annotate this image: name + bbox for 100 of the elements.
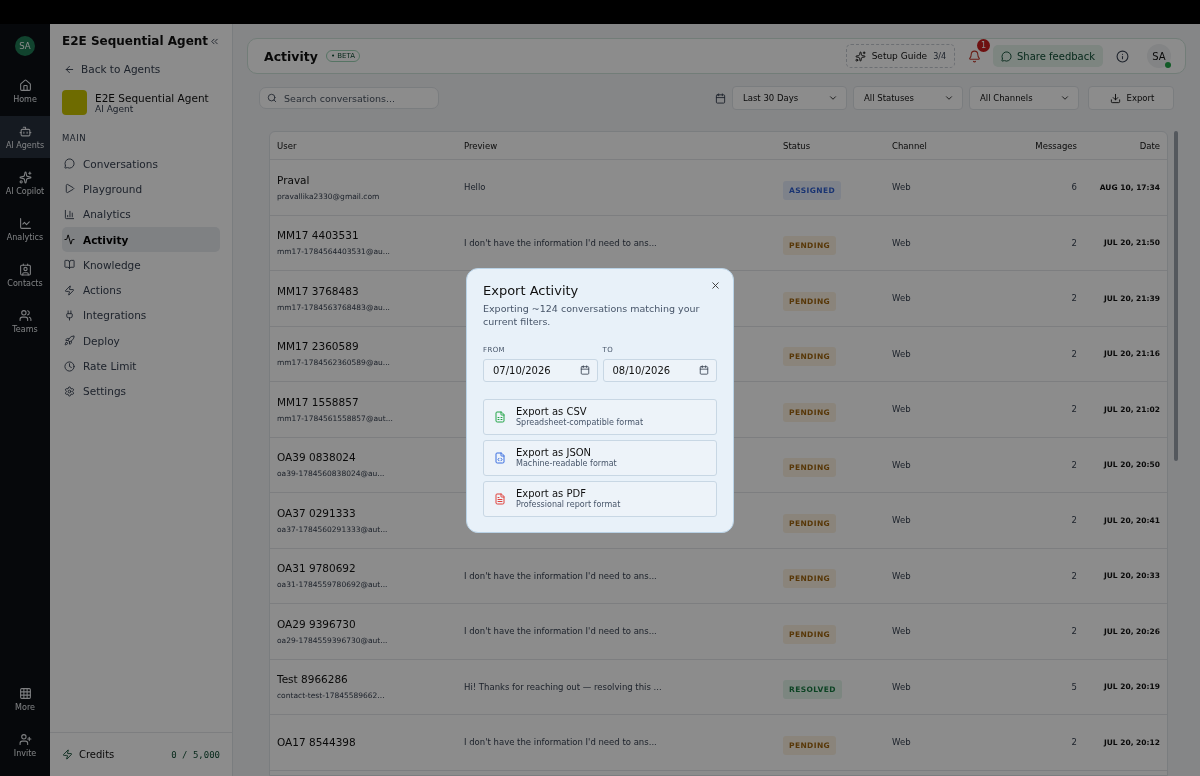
messages-count: 2 [1070, 515, 1077, 526]
sidebar-nav-item[interactable]: Analytics [62, 201, 220, 227]
filter-dropdown[interactable]: Last 30 Days [732, 86, 847, 110]
filter-dropdown[interactable]: All Channels [969, 86, 1079, 110]
filter-dropdown[interactable]: All Statuses [853, 86, 963, 110]
sidebar-nav-item[interactable]: Settings [62, 378, 220, 404]
sidebar-nav-item[interactable]: Playground [62, 176, 220, 202]
sparkles-icon [18, 170, 32, 184]
messages-count: 2 [1070, 293, 1077, 304]
channel-cell-text: Web [892, 570, 912, 581]
messages-count: 6 [1070, 182, 1077, 193]
rail-nav-item[interactable]: AI Agents [0, 116, 50, 158]
export-button[interactable]: Export [1088, 86, 1174, 110]
column-header: User [277, 140, 298, 151]
line-chart-icon [18, 216, 32, 230]
option-description: Professional report format [516, 500, 621, 510]
sidebar-nav-item[interactable]: Knowledge [62, 252, 220, 278]
chevron-down-icon [1060, 93, 1070, 103]
lightning-icon [64, 284, 75, 296]
close-icon [710, 280, 721, 291]
rail-nav-item[interactable]: Analytics [0, 208, 50, 250]
chat-bubble-icon [64, 158, 75, 170]
home-icon [18, 78, 32, 92]
export-option[interactable]: Export as CSV Spreadsheet-compatible format [483, 398, 717, 435]
export-option[interactable]: Export as JSON Machine-readable format [483, 439, 717, 476]
messages-count: 2 [1070, 570, 1077, 581]
column-header: Messages [1034, 140, 1077, 151]
online-dot [1165, 62, 1171, 68]
sidebar-nav-item[interactable]: Conversations [62, 151, 220, 177]
sidebar-nav-item[interactable]: Integrations [62, 302, 220, 329]
option-description: Spreadsheet-compatible format [516, 418, 644, 428]
section-heading: MAIN [62, 133, 87, 143]
plug-icon [64, 309, 75, 321]
chevron-down-icon [828, 93, 838, 103]
option-title: Export as JSON [516, 447, 592, 459]
credits-label: Credits [79, 749, 115, 760]
preview-text: I don't have the information I'd need to ans... [464, 237, 658, 248]
messages-count: 2 [1070, 237, 1077, 248]
option-description: Machine-readable format [516, 459, 617, 469]
search-icon [267, 93, 277, 103]
settings-icon [64, 385, 75, 397]
agent-title: E2E Sequential Agent [62, 34, 209, 48]
back-arrow-icon [64, 63, 75, 75]
calendar-icon [715, 92, 726, 104]
contact-card-icon [18, 262, 32, 276]
date-field[interactable]: 07/10/2026 [483, 358, 598, 382]
back-link[interactable]: Back to Agents [64, 63, 220, 75]
option-title: Export as CSV [516, 406, 587, 418]
share-feedback-button[interactable]: Share feedback [993, 45, 1103, 67]
preview-text: I don't have the information I'd need to ans... [464, 626, 658, 637]
agent-name: E2E Sequential Agent [95, 91, 209, 104]
page-title: Activity [264, 48, 318, 64]
sidebar-nav-item[interactable]: Deploy [62, 328, 220, 354]
rocket-icon [64, 335, 75, 347]
messages-count: 2 [1070, 404, 1077, 415]
rail-nav-item[interactable]: AI Copilot [0, 162, 50, 204]
search-field[interactable]: Search conversations... [259, 87, 439, 109]
channel-cell-text: Web [892, 182, 912, 193]
robot-icon [18, 124, 32, 138]
book-icon [64, 259, 75, 271]
channel-cell-text: Web [892, 681, 912, 692]
user-name: MM17 3768483 [277, 284, 360, 297]
clock-icon [64, 360, 75, 372]
rail-nav-item[interactable]: Invite [0, 724, 50, 766]
grid-icon [18, 686, 32, 700]
export-option[interactable]: Export as PDF Professional report format [483, 480, 717, 517]
user-name: MM17 4403531 [277, 229, 360, 242]
rail-nav-item[interactable]: Contacts [0, 254, 50, 296]
sidebar-nav-item[interactable]: Activity [62, 226, 220, 253]
rail-nav-item[interactable]: Teams [0, 300, 50, 342]
messages-count: 2 [1070, 348, 1077, 359]
scrollbar[interactable] [1174, 131, 1178, 461]
channel-cell-text: Web [892, 404, 912, 415]
column-header: Date [1138, 140, 1160, 151]
user-avatar[interactable]: SA [1147, 44, 1171, 68]
user-name: MM17 2360589 [277, 340, 360, 353]
setup-step-count: 3/4 [933, 51, 946, 61]
chat-bubble-icon [1001, 50, 1012, 62]
calendar-icon [579, 365, 590, 376]
close-button[interactable] [710, 280, 721, 291]
user-name: OA37 0291333 [277, 506, 357, 519]
chevron-down-icon [944, 93, 954, 103]
user-name: OA17 8544398 [277, 736, 357, 749]
user-name: OA29 9396730 [277, 617, 357, 630]
user-avatar[interactable]: SA [15, 36, 35, 56]
rail-nav-item[interactable]: Home [0, 70, 50, 112]
sidebar-nav-item[interactable]: Actions [62, 277, 220, 303]
setup-guide-button[interactable]: Setup Guide 3/4 [845, 44, 955, 68]
dialog-title: Export Activity [483, 283, 580, 298]
preview-text: I don't have the information I'd need to ans... [464, 737, 658, 748]
user-name: OA31 9780692 [277, 562, 357, 575]
preview-text: Hi! Thanks for reaching out — resolving this ... [464, 681, 663, 692]
messages-count: 2 [1070, 459, 1077, 470]
messages-count: 5 [1070, 681, 1077, 692]
date-field[interactable]: 08/10/2026 [602, 358, 717, 382]
agent-logo [62, 90, 87, 115]
column-header: Status [783, 140, 812, 151]
rail-nav-item[interactable]: More [0, 678, 50, 720]
download-icon [1109, 92, 1121, 104]
sidebar-nav-item[interactable]: Rate Limit [62, 353, 220, 379]
